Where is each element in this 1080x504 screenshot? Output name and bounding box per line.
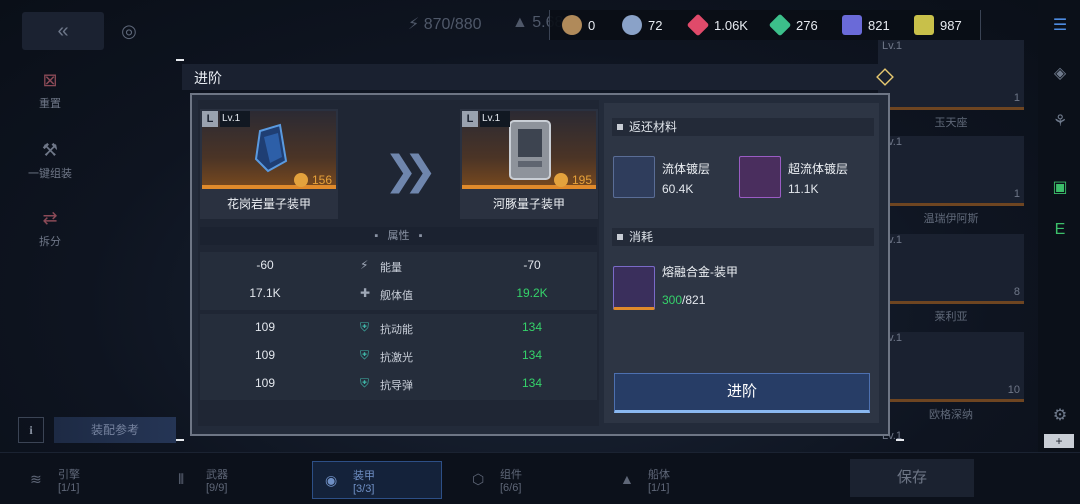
attribute-row: 109 ⛨ 抗导弹 134 xyxy=(254,376,543,392)
list-item[interactable]: Lv.1 1 温瑞伊阿斯 xyxy=(878,136,1024,228)
red-gem-icon xyxy=(686,13,710,37)
right-rail: ☰ ◈ ⚘ ▣ E ⚙ xyxy=(1038,0,1080,504)
gold-cube-icon xyxy=(914,15,934,35)
power-value: 195 xyxy=(553,173,592,187)
resource-book[interactable]: 821 xyxy=(842,10,890,40)
back-button[interactable]: « xyxy=(22,12,104,50)
power-icon xyxy=(293,173,308,187)
tab-hull[interactable]: ▲ 船体 [1/1] xyxy=(608,461,738,499)
hull-icon: ✚ xyxy=(360,286,371,300)
kinetic-resist-icon: ⛨ xyxy=(360,320,370,334)
energy-icon: ⚡ xyxy=(360,258,369,272)
cost-amount: 300/821 xyxy=(662,293,706,307)
current-armor-card[interactable]: L Lv.1 156 花岗岩量子装甲 xyxy=(200,109,338,219)
engine-icon: ≋ xyxy=(30,471,42,487)
attribute-group-resist: 109 ⛨ 抗动能 134 109 ⛨ 抗激光 134 109 ⛨ 抗导弹 13… xyxy=(200,314,597,400)
split-button[interactable]: ⇄ 拆分 xyxy=(10,208,90,249)
medal-icon xyxy=(562,15,582,35)
list-item[interactable]: Lv.1 8 莱利亚 xyxy=(878,234,1024,326)
tab-engine[interactable]: ≋ 引擎 [1/1] xyxy=(18,461,148,499)
resource-gold-cube[interactable]: 987 xyxy=(914,10,962,40)
auto-assemble-button[interactable]: ⚒ 一键组装 xyxy=(10,140,90,181)
save-button[interactable]: 保存 xyxy=(850,459,974,497)
resource-red-gem[interactable]: 1.06K xyxy=(686,10,748,40)
settings-circle-icon[interactable]: ◎ xyxy=(110,12,148,50)
crystal-icon xyxy=(622,15,642,35)
add-icon[interactable]: + xyxy=(1044,434,1074,448)
corner-mark xyxy=(176,439,184,447)
attribute-row: 109 ⛨ 抗激光 134 xyxy=(254,348,543,364)
tab-armor[interactable]: ◉ 装甲 [3/3] xyxy=(312,461,442,499)
tab-weapon[interactable]: ⦀ 武器 [9/9] xyxy=(166,461,296,499)
molten-alloy-icon[interactable] xyxy=(613,266,655,310)
team-icon[interactable]: ⚘ xyxy=(1044,106,1076,138)
green-gem-icon xyxy=(768,13,792,37)
info-button[interactable]: i xyxy=(18,417,44,443)
reset-button[interactable]: ⊠ 重置 xyxy=(10,70,90,111)
list-view-icon[interactable]: ☰ xyxy=(1044,10,1076,42)
resource-crystal[interactable]: 72 xyxy=(622,10,662,40)
gear-icon[interactable]: ⚙ xyxy=(1044,400,1076,432)
green-badge-icon[interactable]: ▣ xyxy=(1044,172,1076,204)
upgrade-arrow-icon: ❯❯ xyxy=(384,149,437,193)
next-armor-card[interactable]: L Lv.1 195 河豚量子装甲 xyxy=(460,109,598,219)
attribute-header: ▪ 属性 ▪ xyxy=(200,227,597,245)
fluid-coating-icon[interactable] xyxy=(613,156,655,198)
list-item[interactable]: Lv.1 1 玉天座 xyxy=(878,40,1024,132)
attribute-group-basic: -60 ⚡ 能量 -70 17.1K ✚ 舰体值 19.2K xyxy=(200,252,597,310)
attribute-row: -60 ⚡ 能量 -70 xyxy=(256,258,541,274)
resource-green-gem[interactable]: 276 xyxy=(768,10,818,40)
resource-bar: 0 72 1.06K 276 821 987 xyxy=(549,10,981,40)
attribute-row: 109 ⛨ 抗动能 134 xyxy=(254,320,543,336)
power-value: 156 xyxy=(293,173,332,187)
component-icon: ⬡ xyxy=(472,471,485,487)
modal-title-bar xyxy=(182,64,894,90)
missile-resist-icon: ⛨ xyxy=(360,376,370,390)
attribute-row: 17.1K ✚ 舰体值 19.2K xyxy=(249,286,548,302)
resource-medal[interactable]: 0 xyxy=(562,10,595,40)
power-icon xyxy=(553,173,568,187)
wrench-icon: ⚒ xyxy=(41,140,59,160)
corner-mark xyxy=(176,59,184,67)
tab-component[interactable]: ⬡ 组件 [6/6] xyxy=(460,461,590,499)
armor-icon: ◉ xyxy=(325,472,338,488)
laser-resist-icon: ⛨ xyxy=(360,348,370,362)
advance-button[interactable]: 进阶 xyxy=(614,373,870,413)
cost-header: 消耗 xyxy=(612,228,874,246)
return-materials-header: 返还材料 xyxy=(612,118,874,136)
split-icon: ⇄ xyxy=(42,208,58,228)
list-item[interactable]: Lv.1 10 欧格深纳 xyxy=(878,332,1024,424)
reset-icon: ⊠ xyxy=(42,70,58,90)
hull-icon: ▲ xyxy=(620,471,634,487)
assembly-reference-button[interactable]: 装配参考 xyxy=(54,417,176,443)
weapon-icon: ⦀ xyxy=(178,471,185,487)
layers-icon[interactable]: ◈ xyxy=(1044,58,1076,90)
book-icon xyxy=(842,15,862,35)
modal-title: 进阶 xyxy=(194,70,222,86)
corner-mark xyxy=(896,439,904,447)
energy-capacity-stat: ⚡ 870/880 xyxy=(408,16,482,33)
superfluid-coating-icon[interactable] xyxy=(739,156,781,198)
e-badge-icon[interactable]: E xyxy=(1044,214,1076,246)
